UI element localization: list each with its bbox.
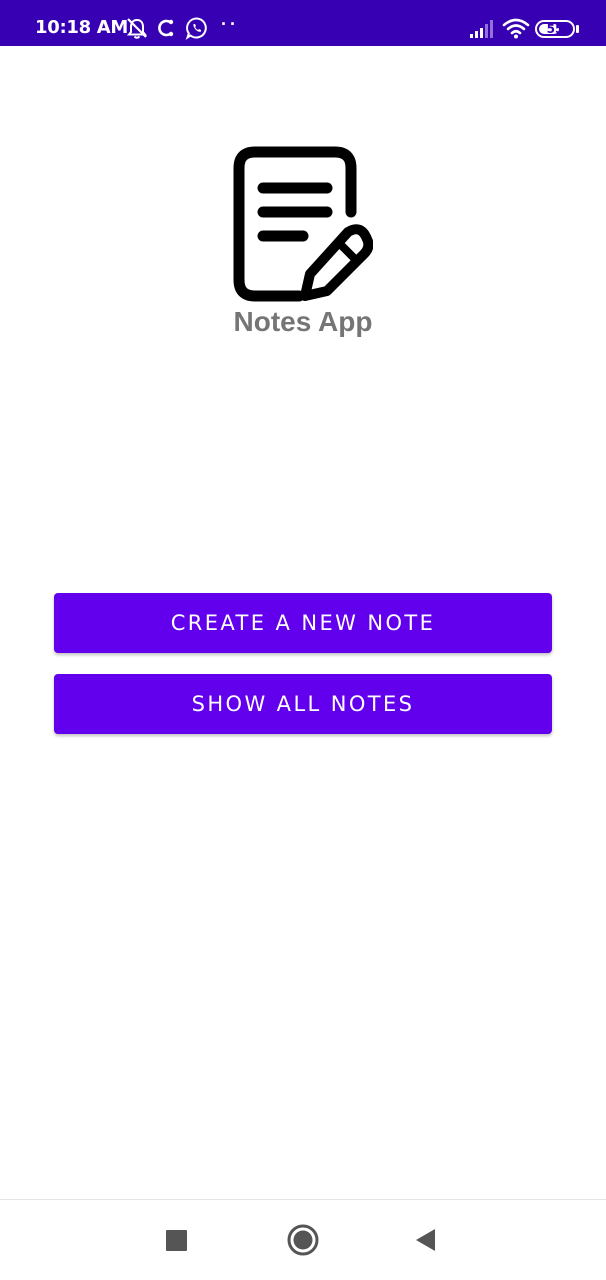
recents-square-icon[interactable]	[166, 1230, 187, 1251]
battery-tip	[576, 25, 579, 33]
status-bar: 10:18 AM ·· 55	[0, 0, 606, 46]
signal-icon	[470, 19, 494, 39]
more-dots-icon: ··	[221, 14, 239, 34]
whatsapp-icon	[185, 16, 209, 40]
battery-level: 55	[546, 22, 564, 36]
back-triangle-icon[interactable]	[415, 1228, 437, 1252]
alarm-off-icon	[126, 16, 148, 40]
sync-icon	[156, 16, 176, 40]
show-all-notes-button[interactable]: SHOW ALL NOTES	[54, 674, 552, 734]
home-circle-icon[interactable]	[287, 1224, 319, 1256]
create-note-button[interactable]: CREATE A NEW NOTE	[54, 593, 552, 653]
navigation-bar	[0, 1199, 606, 1280]
battery-icon: 55	[535, 20, 575, 38]
app-title: Notes App	[233, 306, 373, 337]
note-edit-icon	[233, 146, 374, 302]
wifi-icon	[502, 17, 530, 39]
status-time: 10:18 AM	[35, 17, 129, 38]
